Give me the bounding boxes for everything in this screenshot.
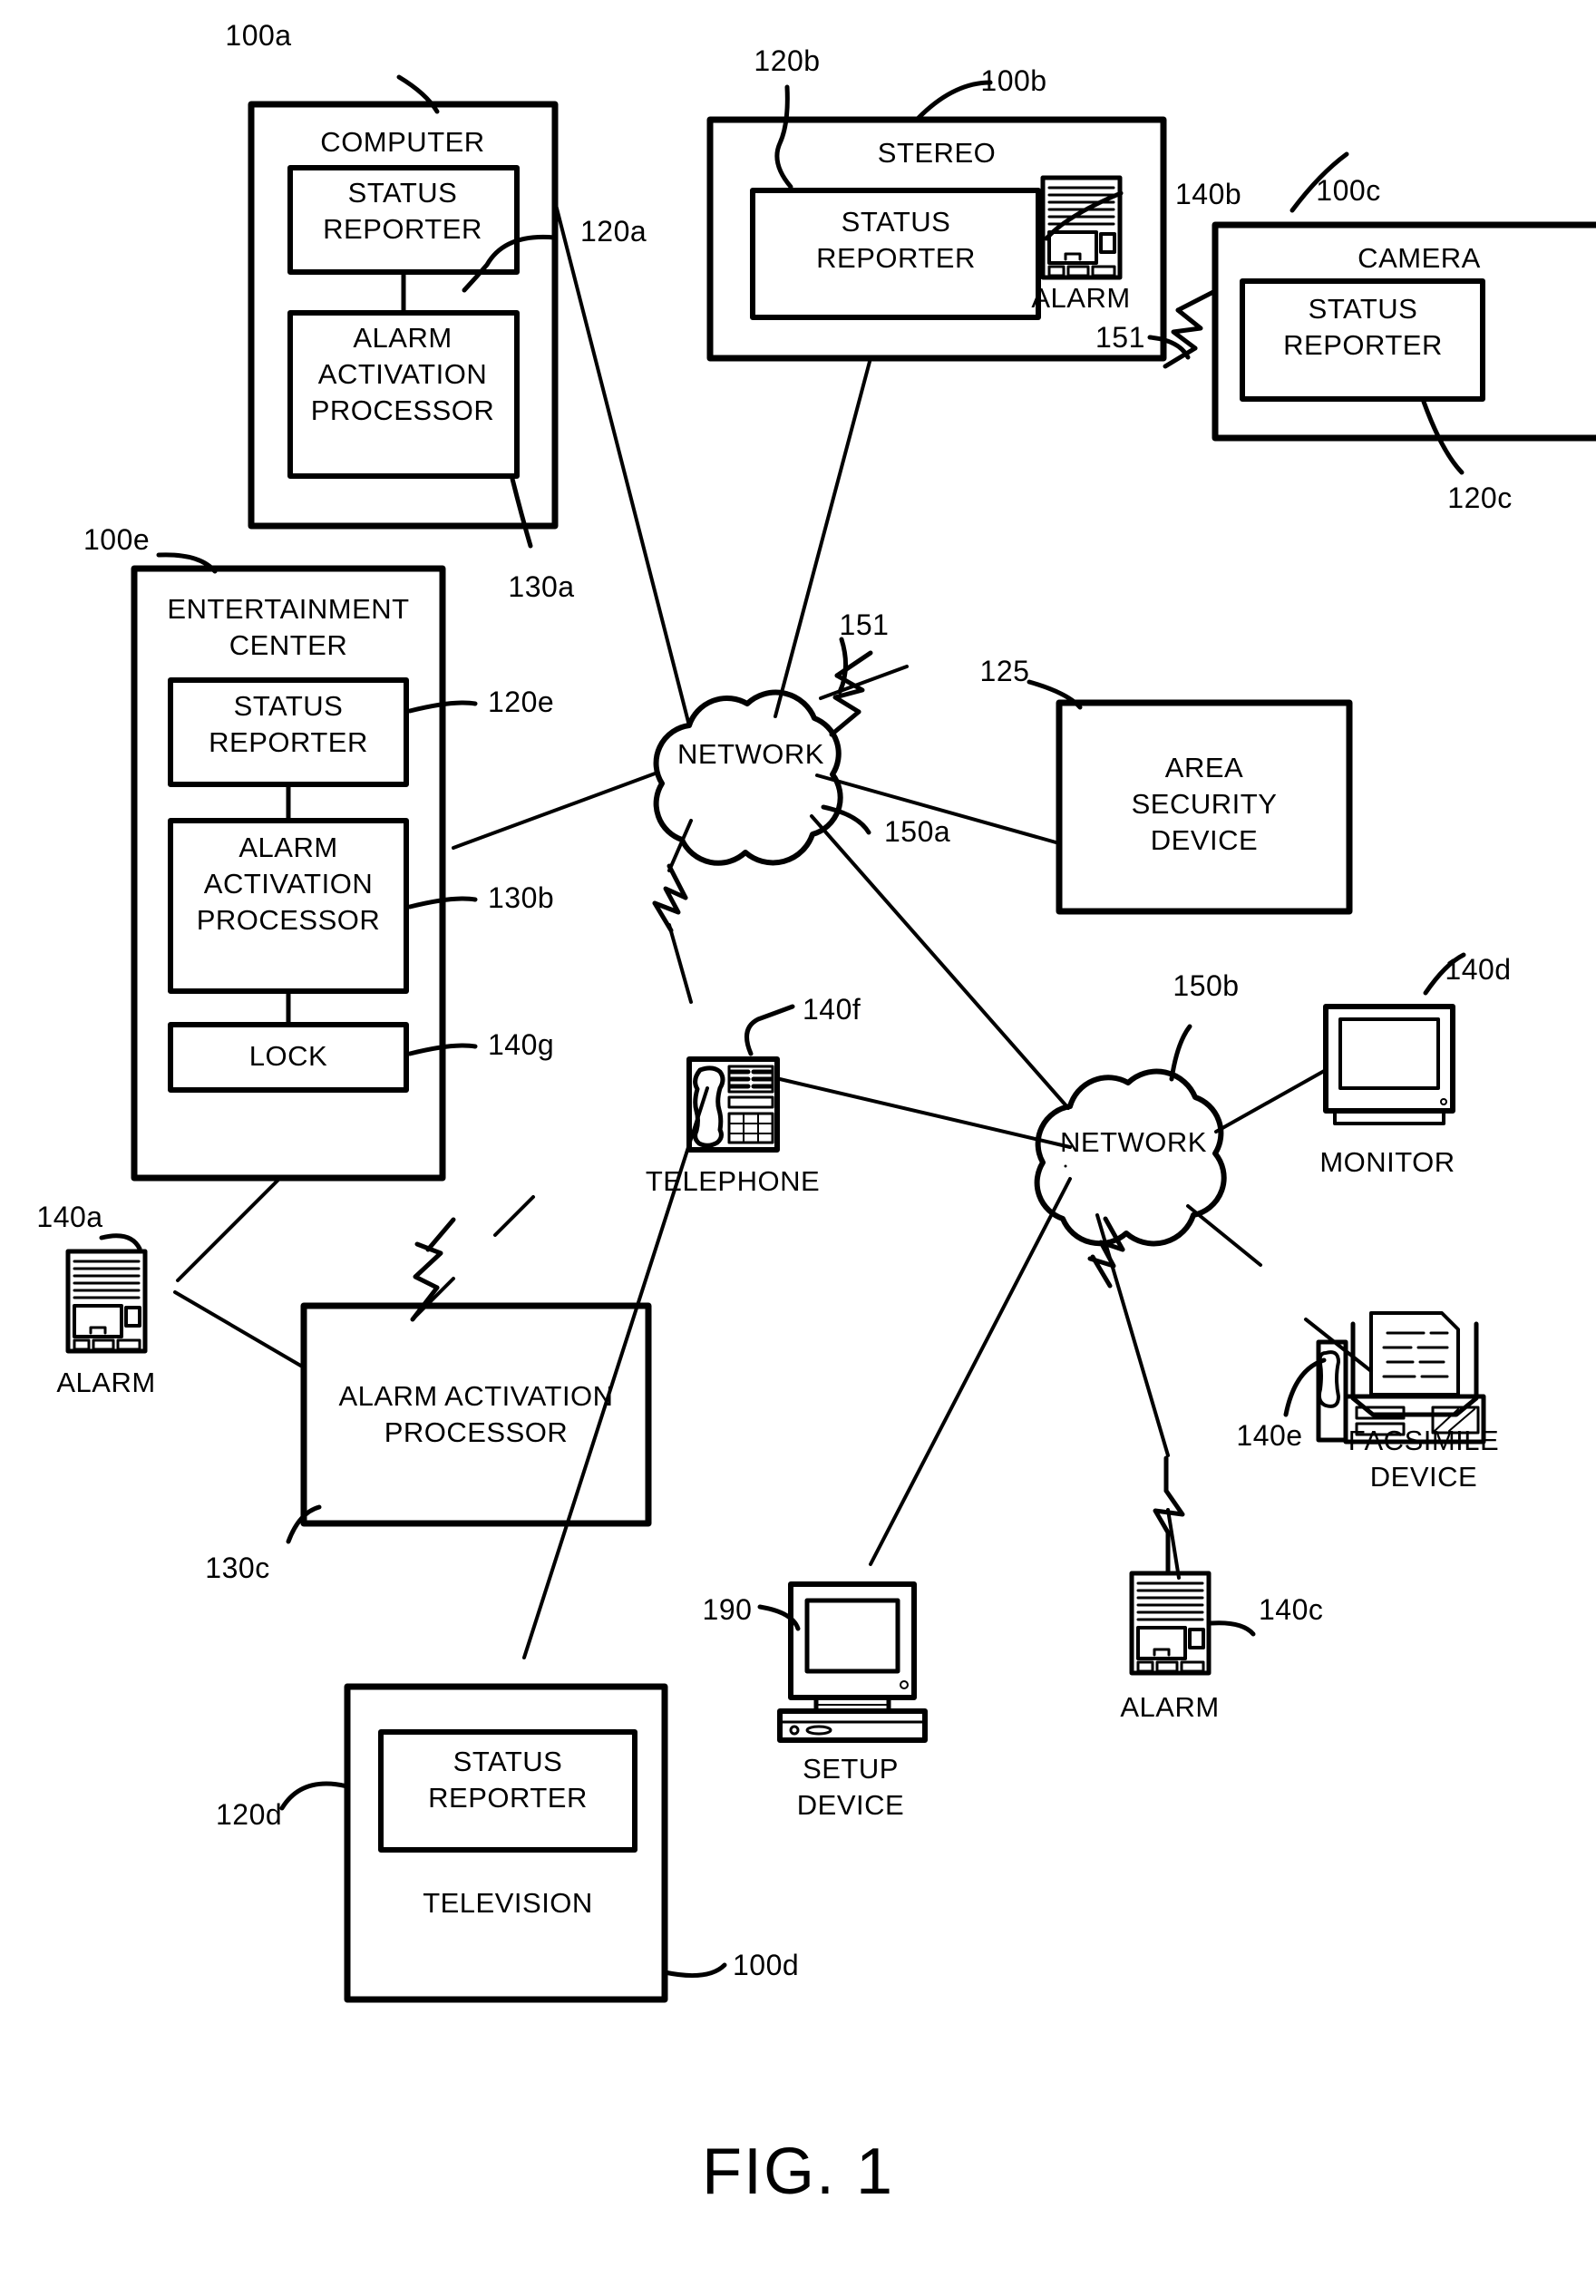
- ref-100e: 100e: [83, 523, 151, 556]
- stereo-status-reporter-line2: REPORTER: [816, 242, 976, 274]
- stereo-status-reporter-line1: STATUS: [841, 206, 951, 238]
- wireless-symbol-alarm-c: [1153, 1455, 1185, 1574]
- monitor-icon-drawing: [1323, 1004, 1455, 1125]
- computer-aap-line3: PROCESSOR: [310, 394, 495, 426]
- setup-device-label-line2: DEVICE: [796, 1789, 905, 1821]
- ref-130a: 130a: [508, 570, 575, 603]
- ref-100a: 100a: [225, 19, 292, 52]
- ref-150b: 150b: [1173, 969, 1240, 1002]
- monitor-label: MONITOR: [1319, 1146, 1455, 1178]
- entertainment-center-title-line2: CENTER: [229, 629, 348, 661]
- leader-140f: [744, 1004, 795, 1056]
- leader-140c: [1209, 1620, 1256, 1637]
- ref-125: 125: [979, 655, 1030, 687]
- network-a-label: NETWORK: [677, 738, 824, 770]
- stereo-alarm-label: ALARM: [1031, 282, 1131, 314]
- stereo-title: STEREO: [877, 137, 997, 169]
- ref-140f: 140f: [803, 993, 861, 1026]
- ec-status-reporter-line1: STATUS: [233, 690, 344, 722]
- tv-status-reporter-line1: STATUS: [453, 1746, 563, 1777]
- ref-151-network-a: 151: [839, 608, 890, 641]
- area-security-device-line3: DEVICE: [1150, 824, 1259, 856]
- ref-100d: 100d: [733, 1949, 800, 1981]
- computer-title: COMPUTER: [320, 126, 485, 158]
- alarm-icon-a-drawing: [65, 1249, 148, 1354]
- leader-130a: [510, 476, 533, 549]
- ec-aap-line2: ACTIVATION: [203, 868, 374, 900]
- network-b-label: NETWORK: [1060, 1126, 1207, 1158]
- wireless-symbol-cloud-a-lower: [652, 863, 688, 933]
- leader-100d: [662, 1962, 727, 1979]
- leader-140a: [99, 1233, 142, 1251]
- television-block: [344, 1683, 668, 2003]
- area-security-device-line1: AREA: [1164, 752, 1244, 783]
- aap-standalone-line2: PROCESSOR: [384, 1416, 569, 1448]
- ref-120b: 120b: [754, 44, 821, 77]
- setup-device-label-line1: SETUP: [803, 1753, 899, 1785]
- computer-icon-drawing: [777, 1581, 928, 1743]
- leader-120b: [774, 84, 793, 190]
- alarm-a-label: ALARM: [56, 1367, 156, 1398]
- ref-140a: 140a: [36, 1201, 103, 1233]
- alarm-c-label: ALARM: [1120, 1691, 1220, 1723]
- alarm-activation-processor-standalone-block: [300, 1302, 652, 1527]
- tv-status-reporter-line2: REPORTER: [428, 1782, 588, 1814]
- figure-caption: FIG. 1: [701, 2135, 895, 2208]
- camera-status-reporter-line1: STATUS: [1308, 293, 1418, 325]
- patent-figure-page: 100a COMPUTER STATUS REPORTER 120a ALARM…: [0, 0, 1596, 2296]
- telephone-label: TELEPHONE: [645, 1165, 821, 1197]
- leader-120d: [279, 1781, 350, 1811]
- ref-140b: 140b: [1175, 178, 1242, 210]
- ref-140g: 140g: [488, 1028, 555, 1061]
- ec-lock-label: LOCK: [248, 1040, 328, 1072]
- alarm-icon-c-drawing: [1129, 1571, 1212, 1676]
- aap-standalone-line1: ALARM ACTIVATION: [338, 1380, 614, 1412]
- computer-aap-line2: ACTIVATION: [317, 358, 488, 390]
- leader-100b: [913, 80, 993, 123]
- camera-title: CAMERA: [1358, 242, 1481, 274]
- television-title: TELEVISION: [423, 1887, 593, 1919]
- ref-150a: 150a: [884, 815, 951, 848]
- entertainment-center-title-line1: ENTERTAINMENT: [167, 593, 410, 625]
- computer-block: [248, 101, 559, 530]
- ref-140e: 140e: [1236, 1419, 1303, 1452]
- ref-140c: 140c: [1259, 1593, 1324, 1626]
- area-security-device-line2: SECURITY: [1131, 788, 1278, 820]
- ref-130c: 130c: [205, 1552, 270, 1584]
- computer-status-reporter-line1: STATUS: [347, 177, 458, 209]
- leader-151-network-a: [837, 637, 848, 695]
- camera-status-reporter-line2: REPORTER: [1283, 329, 1443, 361]
- ref-151-camera: 151: [1095, 321, 1145, 354]
- wireless-symbol-cloud-b: [1087, 1216, 1125, 1289]
- ref-120a: 120a: [580, 215, 647, 248]
- ref-140d: 140d: [1445, 953, 1512, 986]
- fax-icon-drawing: [1316, 1311, 1486, 1445]
- leader-150b: [1169, 1024, 1192, 1082]
- ref-130b: 130b: [488, 881, 555, 914]
- ec-aap-line1: ALARM: [238, 832, 338, 863]
- computer-aap-line1: ALARM: [353, 322, 453, 354]
- ec-aap-line3: PROCESSOR: [196, 904, 381, 936]
- ref-120d: 120d: [216, 1798, 283, 1831]
- ref-190: 190: [702, 1593, 753, 1626]
- ref-100c: 100c: [1316, 174, 1381, 207]
- ec-status-reporter-line2: REPORTER: [209, 726, 368, 758]
- ref-120e: 120e: [488, 686, 555, 718]
- ref-120c: 120c: [1447, 482, 1513, 514]
- computer-status-reporter-line2: REPORTER: [323, 213, 482, 245]
- ref-100b: 100b: [980, 64, 1047, 97]
- facsimile-label-line2: DEVICE: [1369, 1461, 1478, 1493]
- facsimile-label-line1: FACSIMILE: [1348, 1425, 1500, 1456]
